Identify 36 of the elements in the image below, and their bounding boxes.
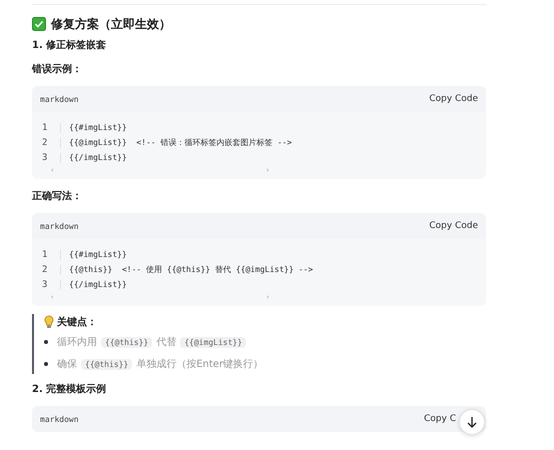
tip-text: 确保 [57,358,77,371]
code-line: {{#imgList}} [69,250,127,259]
tip-text: 循环内用 [57,336,97,349]
tip-text: 代替 [156,336,176,349]
subheading: 正确写法： [32,190,83,203]
line-number: 3 [40,152,61,162]
code-language: markdown [40,414,79,424]
code-language: markdown [40,222,79,230]
copy-code-button[interactable]: Copy C [424,414,456,424]
code-line: {{/imgList}} [69,280,127,289]
subheading: 错误示例： [32,62,83,76]
copy-code-button[interactable]: Copy Code [429,94,478,104]
inline-code: {{@this}} [81,358,132,370]
inline-code: {{@this}} [101,336,152,348]
line-number: 2 [40,264,61,274]
line-number: 1 [40,122,61,132]
code-line: {{@this}} <!-- 使用 {{@this}} 替代 {{@imgList}} --> [69,264,313,275]
line-number: 3 [40,280,61,290]
section-heading: 1. 修正标签嵌套 [32,38,108,52]
tip-text: 单独成行（按Enter键换行） [136,358,264,371]
arrow-down-icon [466,416,478,428]
inline-code: {{@imgList}} [180,336,246,348]
code-line: {{/imgList}} [69,153,127,162]
line-number: 2 [40,138,61,148]
code-language: markdown [40,94,79,104]
check-mark-icon [32,17,46,31]
section-heading: 2. 完整模板示例 [32,382,108,396]
code-line: {{#imgList}} [69,123,127,132]
code-line: {{@imgList}} <!-- 错误：循环标签内嵌套图片标签 --> [69,137,292,148]
lightbulb-icon [44,315,54,329]
bullet-icon [44,340,48,344]
bullet-icon [44,362,48,366]
section-title: 修复方案（立即生效） [51,16,171,32]
copy-code-button[interactable]: Copy Code [429,221,478,231]
line-number: 1 [40,250,61,260]
tip-title: 关键点： [57,316,97,329]
